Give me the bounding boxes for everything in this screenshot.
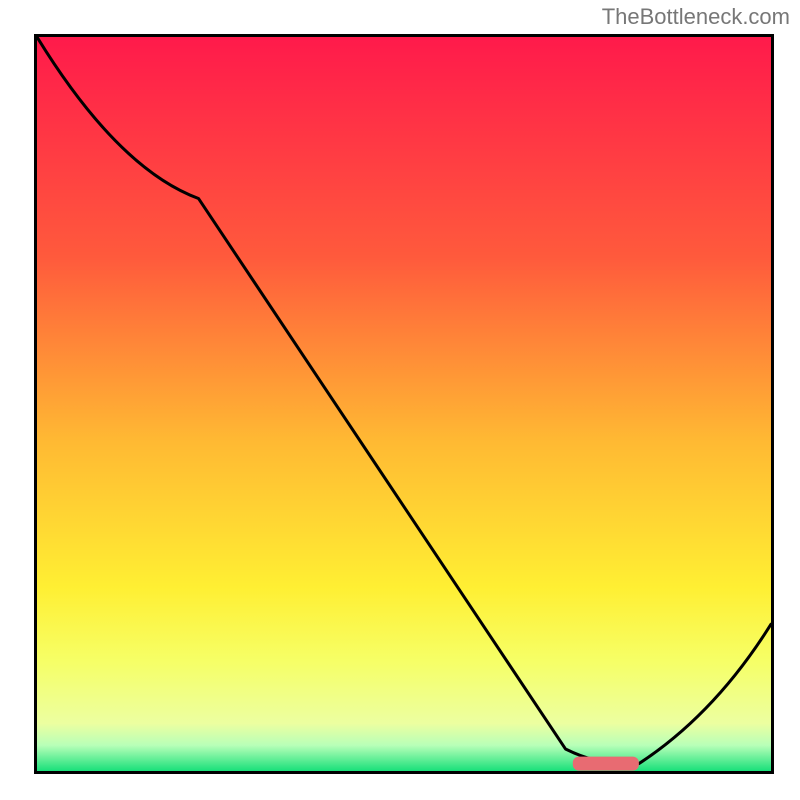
optimal-marker bbox=[37, 37, 771, 771]
chart-area bbox=[34, 34, 774, 774]
site-credit: TheBottleneck.com bbox=[602, 4, 790, 30]
